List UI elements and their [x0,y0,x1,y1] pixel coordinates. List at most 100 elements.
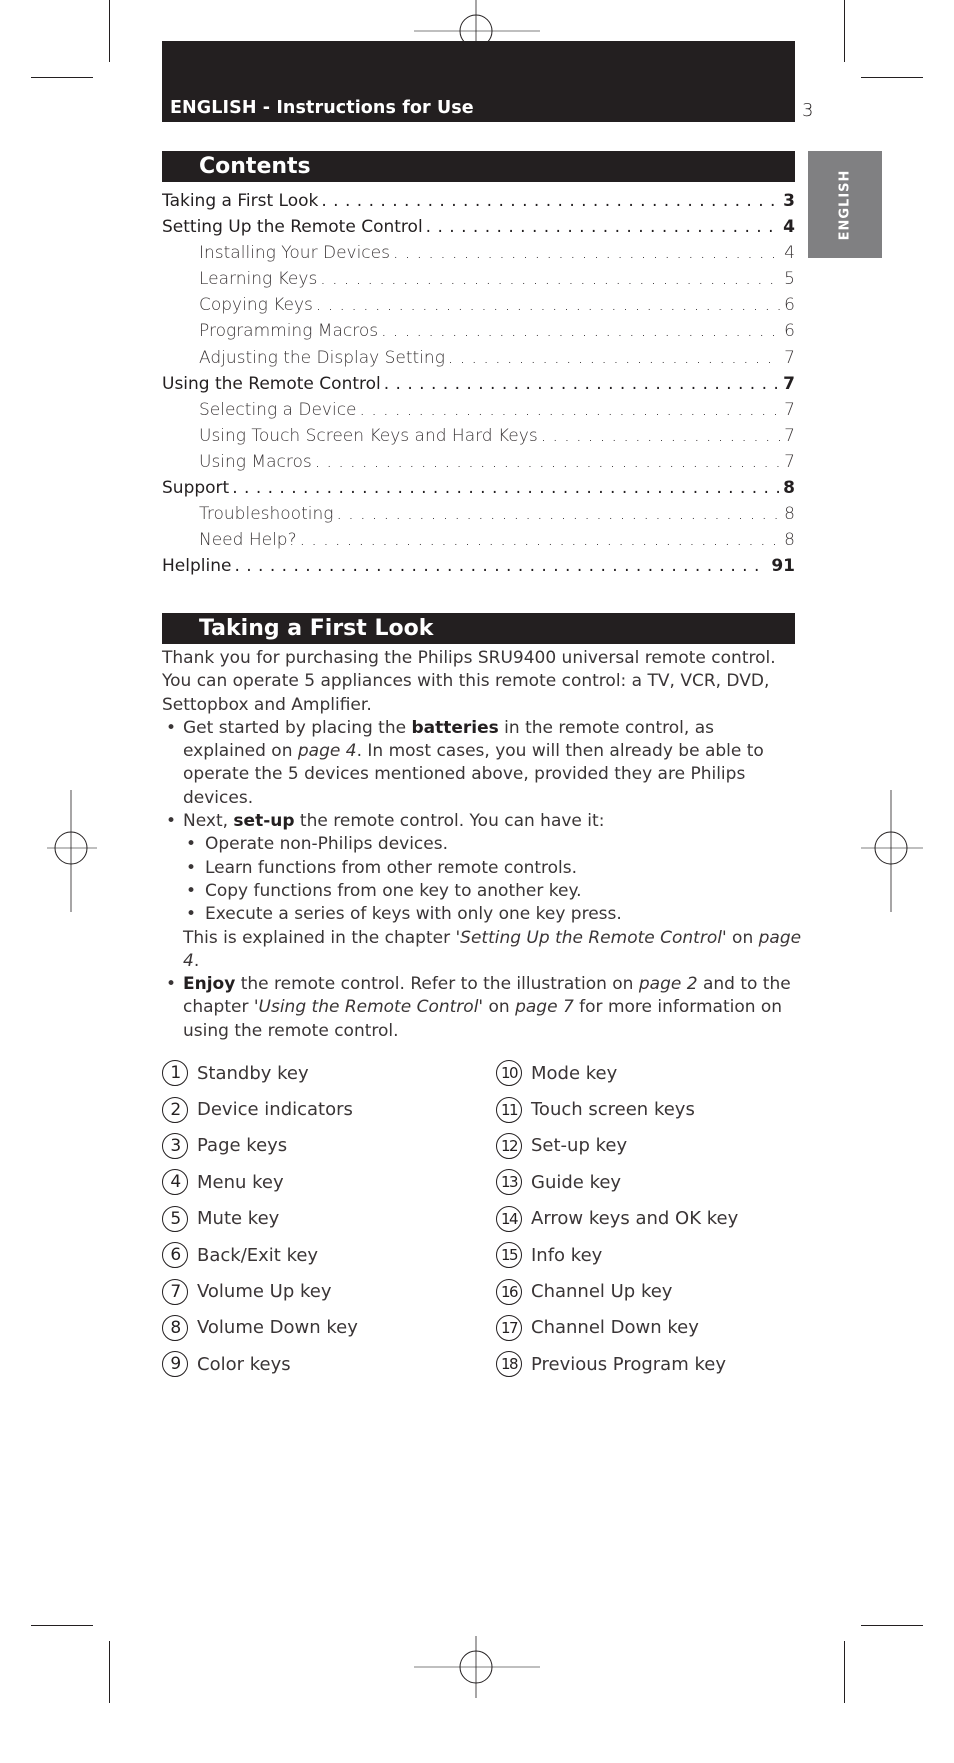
crop-mark-bottom-right-horizontal [861,1625,923,1626]
setup-subitem: Copy functions from one key to another k… [162,880,802,904]
toc-entry-label: Support [162,475,233,502]
toc-leader-dots [360,397,781,423]
circled-number-icon: 2 [162,1096,188,1123]
toc-entry[interactable]: Troubleshooting 8 [162,501,795,528]
key-legend-item: 15 Info key [496,1237,738,1273]
key-legend-label: Channel Up key [531,1281,673,1303]
toc-leader-dots [316,292,780,318]
key-legend-label: Mode key [531,1062,618,1084]
crop-mark-bottom-left-horizontal [31,1625,93,1626]
toc-entry[interactable]: Helpline 91 [162,553,795,580]
key-legend-label: Menu key [197,1171,284,1193]
table-of-contents: Taking a First Look 3 Setting Up the Remot… [162,188,795,580]
toc-entry-page: 7 [784,425,795,446]
registration-mark-bottom [414,1636,540,1698]
page-number: 3 [802,100,814,121]
first-look-heading-bar: Taking a First Look [162,613,795,644]
registration-mark-right [861,790,923,912]
toc-leader-dots [393,240,780,266]
crop-mark-bottom-right-vertical [844,1641,845,1703]
circled-number-icon: 5 [162,1205,188,1232]
toc-entry-page: 91 [771,556,795,577]
bullet-batteries: Get started by placing the batteries in … [162,717,802,810]
toc-entry[interactable]: Need Help? 8 [162,527,795,554]
key-legend-label: Color keys [197,1353,291,1375]
toc-entry-page: 4 [783,217,795,238]
language-tab: ENGLISH [808,151,882,258]
key-legend-item: 9 Color keys [162,1346,358,1382]
text: the remote control. You can have it: [294,811,605,832]
document-title: ENGLISH - Instructions for Use [170,98,474,118]
toc-entry[interactable]: Selecting a Device 7 [162,396,795,423]
text: This is explained in the chapter [183,927,456,948]
contents-heading: Contents [199,153,311,179]
text: Get started by placing the [183,717,412,738]
circled-number-icon: 18 [496,1351,522,1378]
circled-number-icon: 15 [496,1242,522,1269]
key-legend-item: 13 Guide key [496,1164,738,1200]
key-legend-item: 14 Arrow keys and OK key [496,1201,738,1237]
toc-entry[interactable]: Adjusting the Display Setting 7 [162,344,795,371]
toc-entry-label: Using Touch Screen Keys and Hard Keys [199,422,541,449]
toc-entry[interactable]: Copying Keys 6 [162,292,795,319]
circled-number-icon: 14 [496,1205,522,1232]
key-legend-right: 10 Mode key 11 Touch screen keys 12 Set-up ke… [496,1055,738,1383]
crop-mark-top-right-vertical [844,0,845,62]
key-legend-item: 16 Channel Up key [496,1273,738,1309]
emphasis-setup: set-up [233,811,295,832]
toc-entry[interactable]: Learning Keys 5 [162,266,795,293]
toc-entry[interactable]: Setting Up the Remote Control 4 [162,214,795,241]
circled-number-icon: 4 [162,1169,188,1196]
key-legend-label: Volume Down key [197,1317,358,1339]
key-legend-label: Set-up key [531,1135,628,1157]
key-legend-label: Touch screen keys [531,1099,695,1121]
text: the remote control. Refer to the illustr… [235,974,639,995]
toc-entry[interactable]: Support 8 [162,475,795,502]
emphasis-enjoy: Enjoy [183,974,236,995]
key-legend-item: 7 Volume Up key [162,1273,358,1309]
toc-entry-label: Copying Keys [199,292,316,319]
key-legend-item: 6 Back/Exit key [162,1237,358,1273]
toc-entry[interactable]: Using Touch Screen Keys and Hard Keys 7 [162,422,795,449]
key-legend-item: 10 Mode key [496,1055,738,1091]
key-legend-item: 1 Standby key [162,1055,358,1091]
bullet-setup: Next, set-up the remote control. You can… [162,810,802,834]
header-bar: ENGLISH - Instructions for Use [162,41,795,122]
toc-entry-label: Learning Keys [199,266,321,293]
language-tab-label: ENGLISH [837,169,853,240]
key-legend-label: Volume Up key [197,1281,332,1303]
registration-mark-left [47,790,97,912]
chapter-reference: 'Setting Up the Remote Control' [455,927,727,948]
toc-entry-page: 7 [783,373,795,394]
circled-number-icon: 8 [162,1314,188,1341]
toc-entry-page: 6 [784,321,795,342]
toc-entry-label: Selecting a Device [199,396,360,423]
toc-leader-dots [232,475,779,501]
toc-entry-label: Programming Macros [199,318,382,345]
setup-note: This is explained in the chapter 'Settin… [162,927,802,974]
setup-subitem: Learn functions from other remote contro… [162,857,802,881]
toc-entry[interactable]: Using the Remote Control 7 [162,370,795,397]
key-legend-item: 18 Previous Program key [496,1346,738,1382]
key-legend-label: Guide key [531,1171,622,1193]
toc-entry-label: Installing Your Devices [199,240,393,267]
toc-entry[interactable]: Installing Your Devices 4 [162,240,795,267]
toc-entry-label: Troubleshooting [199,501,337,528]
emphasis-batteries: batteries [411,717,499,738]
circled-number-icon: 16 [496,1278,522,1305]
toc-entry-label: Taking a First Look [162,188,322,215]
key-legend-label: Info key [531,1244,603,1266]
toc-entry[interactable]: Programming Macros 6 [162,318,795,345]
toc-leader-dots [234,553,767,579]
toc-leader-dots [320,266,780,292]
text: . [193,950,200,971]
toc-entry-page: 6 [784,295,795,316]
key-legend-label: Arrow keys and OK key [531,1208,739,1230]
setup-subitem: Operate non-Philips devices. [162,833,802,857]
toc-entry[interactable]: Using Macros 7 [162,448,795,476]
crop-mark-top-left-vertical [109,0,110,62]
toc-entry[interactable]: Taking a First Look 3 [162,188,795,215]
first-look-heading: Taking a First Look [199,615,434,641]
toc-entry-label: Using the Remote Control [162,370,384,397]
toc-entry-label: Need Help? [199,527,300,554]
